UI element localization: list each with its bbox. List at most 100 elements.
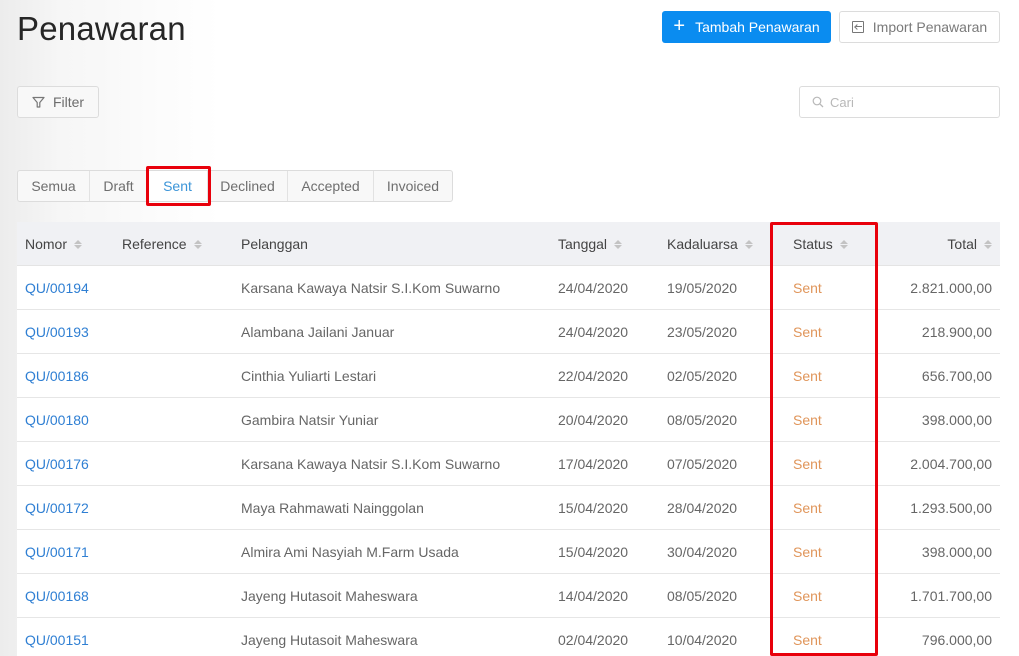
- tab-label: Draft: [103, 178, 134, 194]
- filter-button[interactable]: Filter: [17, 86, 99, 118]
- quotations-table: Nomor Reference Pelanggan Tanggal Kadalu…: [17, 222, 1000, 656]
- tab-sent[interactable]: Sent: [148, 171, 208, 201]
- tab-label: Invoiced: [386, 178, 440, 194]
- table-row[interactable]: QU/00180 Gambira Natsir Yuniar 20/04/202…: [17, 398, 1000, 442]
- search-box[interactable]: [799, 86, 1000, 118]
- customer-cell: Cinthia Yuliarti Lestari: [241, 367, 377, 384]
- expiry-date-cell: 23/05/2020: [667, 323, 738, 340]
- table-body: QU/00194 Karsana Kawaya Natsir S.I.Kom S…: [17, 266, 1000, 656]
- expiry-date-cell: 28/04/2020: [667, 499, 738, 516]
- column-header-nomor[interactable]: Nomor: [25, 235, 83, 252]
- filter-label: Filter: [52, 94, 85, 110]
- status-cell: Sent: [793, 455, 822, 472]
- status-cell: Sent: [793, 499, 822, 516]
- table-row[interactable]: QU/00186 Cinthia Yuliarti Lestari 22/04/…: [17, 354, 1000, 398]
- date-cell: 24/04/2020: [558, 279, 629, 296]
- search-input[interactable]: [830, 94, 990, 110]
- date-cell: 02/04/2020: [558, 631, 629, 648]
- date-cell: 22/04/2020: [558, 367, 629, 384]
- column-label: Nomor: [25, 235, 68, 252]
- customer-cell: Karsana Kawaya Natsir S.I.Kom Suwarno: [241, 455, 501, 472]
- tab-accepted[interactable]: Accepted: [288, 171, 374, 201]
- quotation-number-link[interactable]: QU/00186: [25, 368, 89, 384]
- column-header-total[interactable]: Total: [947, 236, 992, 252]
- date-cell: 14/04/2020: [558, 587, 629, 604]
- tab-label: Sent: [163, 178, 192, 194]
- table-header: Nomor Reference Pelanggan Tanggal Kadalu…: [17, 222, 1000, 266]
- total-cell: 398.000,00: [921, 543, 992, 560]
- expiry-date-cell: 07/05/2020: [667, 455, 738, 472]
- table-row[interactable]: QU/00151 Jayeng Hutasoit Maheswara 02/04…: [17, 618, 1000, 656]
- quotation-number-link[interactable]: QU/00172: [25, 500, 89, 516]
- expiry-date-cell: 02/05/2020: [667, 367, 738, 384]
- column-header-tanggal[interactable]: Tanggal: [558, 235, 623, 252]
- quotation-number-link[interactable]: QU/00151: [25, 632, 89, 648]
- table-row[interactable]: QU/00193 Alambana Jailani Januar 24/04/2…: [17, 310, 1000, 354]
- customer-cell: Almira Ami Nasyiah M.Farm Usada: [241, 543, 459, 560]
- expiry-date-cell: 19/05/2020: [667, 279, 738, 296]
- column-label: Pelanggan: [241, 235, 308, 252]
- total-cell: 796.000,00: [921, 631, 992, 648]
- total-cell: 1.701.700,00: [910, 587, 992, 604]
- search-icon: [812, 96, 824, 108]
- status-cell: Sent: [793, 543, 822, 560]
- date-cell: 15/04/2020: [558, 543, 629, 560]
- status-cell: Sent: [793, 631, 822, 648]
- tab-invoiced[interactable]: Invoiced: [374, 171, 452, 201]
- column-header-reference[interactable]: Reference: [122, 236, 202, 252]
- quotation-number-link[interactable]: QU/00194: [25, 280, 89, 296]
- import-quotation-button[interactable]: Import Penawaran: [839, 11, 1000, 43]
- quotation-number-link[interactable]: QU/00171: [25, 544, 89, 560]
- status-cell: Sent: [793, 279, 822, 296]
- expiry-date-cell: 08/05/2020: [667, 411, 738, 428]
- customer-cell: Gambira Natsir Yuniar: [241, 411, 379, 428]
- tab-declined[interactable]: Declined: [208, 171, 288, 201]
- sort-icon: [614, 240, 623, 249]
- tab-label: Declined: [220, 178, 275, 194]
- quotation-number-link[interactable]: QU/00193: [25, 324, 89, 340]
- status-cell: Sent: [793, 587, 822, 604]
- date-cell: 17/04/2020: [558, 455, 629, 472]
- table-row[interactable]: QU/00194 Karsana Kawaya Natsir S.I.Kom S…: [17, 266, 1000, 310]
- tab-label: Semua: [31, 178, 76, 194]
- quotation-number-link[interactable]: QU/00180: [25, 412, 89, 428]
- column-header-status[interactable]: Status: [793, 236, 848, 252]
- customer-cell: Maya Rahmawati Nainggolan: [241, 499, 424, 516]
- sort-icon: [839, 240, 848, 249]
- column-label: Tanggal: [558, 235, 608, 252]
- table-row[interactable]: QU/00171 Almira Ami Nasyiah M.Farm Usada…: [17, 530, 1000, 574]
- column-label: Status: [793, 235, 833, 252]
- customer-cell: Alambana Jailani Januar: [241, 323, 395, 340]
- sort-icon: [74, 240, 83, 249]
- import-icon: [851, 21, 864, 33]
- table-row[interactable]: QU/00176 Karsana Kawaya Natsir S.I.Kom S…: [17, 442, 1000, 486]
- page-title: Penawaran: [17, 10, 186, 47]
- status-cell: Sent: [793, 411, 822, 428]
- date-cell: 24/04/2020: [558, 323, 629, 340]
- customer-cell: Jayeng Hutasoit Maheswara: [241, 587, 418, 604]
- quotation-number-link[interactable]: QU/00176: [25, 456, 89, 472]
- column-header-pelanggan: Pelanggan: [241, 236, 308, 252]
- table-row[interactable]: QU/00168 Jayeng Hutasoit Maheswara 14/04…: [17, 574, 1000, 618]
- tab-label: Accepted: [301, 178, 360, 194]
- table-row[interactable]: QU/00172 Maya Rahmawati Nainggolan 15/04…: [17, 486, 1000, 530]
- quotation-number-link[interactable]: QU/00168: [25, 588, 89, 604]
- customer-cell: Karsana Kawaya Natsir S.I.Kom Suwarno: [241, 279, 501, 296]
- tab-draft[interactable]: Draft: [90, 171, 148, 201]
- date-cell: 20/04/2020: [558, 411, 629, 428]
- expiry-date-cell: 10/04/2020: [667, 631, 738, 648]
- expiry-date-cell: 08/05/2020: [667, 587, 738, 604]
- total-cell: 656.700,00: [921, 367, 992, 384]
- add-quotation-button[interactable]: + Tambah Penawaran: [662, 11, 831, 43]
- filter-icon: [32, 96, 45, 109]
- column-label: Reference: [122, 235, 187, 252]
- sort-icon: [193, 240, 202, 249]
- total-cell: 1.293.500,00: [910, 499, 992, 516]
- column-header-kadaluarsa[interactable]: Kadaluarsa: [667, 236, 753, 252]
- total-cell: 2.004.700,00: [910, 455, 992, 472]
- column-label: Total: [947, 235, 977, 252]
- sort-icon: [984, 240, 992, 249]
- import-quotation-label: Import Penawaran: [872, 19, 988, 35]
- tab-semua[interactable]: Semua: [18, 171, 90, 201]
- date-cell: 15/04/2020: [558, 499, 629, 516]
